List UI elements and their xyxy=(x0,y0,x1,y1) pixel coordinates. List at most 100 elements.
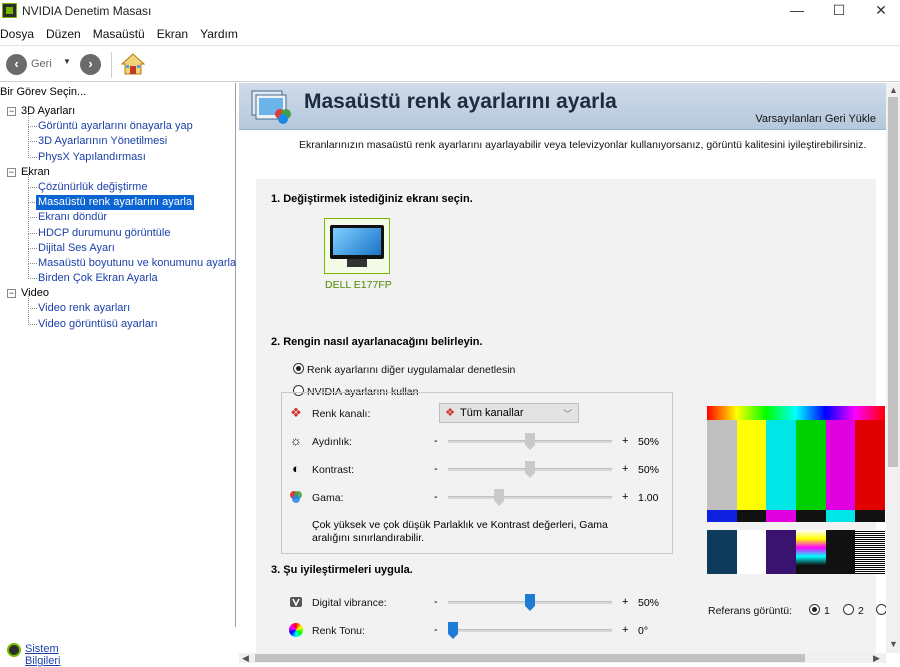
contrast-plus[interactable]: + xyxy=(622,463,628,475)
monitor-icon xyxy=(330,225,384,259)
vertical-scroll-thumb[interactable] xyxy=(888,97,898,467)
brightness-label: Aydınlık: xyxy=(312,436,353,448)
tree-group-3d[interactable]: −3D Ayarları xyxy=(0,104,236,119)
tree-group-video[interactable]: − Video xyxy=(0,286,236,301)
channel-all-icon: ❖ xyxy=(445,407,455,419)
task-sidebar: Bir Görev Seçin... −3D Ayarları Görüntü … xyxy=(0,83,236,667)
hue-label: Renk Tonu: xyxy=(312,625,365,637)
gamma-icon xyxy=(290,491,302,503)
nvidia-info-icon xyxy=(7,643,21,657)
hue-plus[interactable]: + xyxy=(622,624,628,636)
color-channel-icon: ❖ xyxy=(290,405,302,420)
vibrance-icon xyxy=(290,597,302,607)
section-3-heading: 3. Şu iyileştirmeleri uygula. xyxy=(271,564,413,576)
collapse-icon[interactable]: − xyxy=(7,167,16,177)
brightness-icon: ☼ xyxy=(290,433,302,448)
vibrance-plus[interactable]: + xyxy=(622,596,628,608)
page-description: Ekranlarınızın masaüstü renk ayarlarını … xyxy=(299,139,867,151)
vertical-scrollbar[interactable]: ▲ ▼ xyxy=(886,83,900,653)
monitor-name[interactable]: DELL E177FP xyxy=(325,279,392,291)
page-title: Masaüstü renk ayarlarını ayarla xyxy=(304,90,617,113)
home-icon[interactable] xyxy=(121,53,145,75)
tree-group-ekran[interactable]: − Ekran xyxy=(0,165,236,180)
scroll-up-icon[interactable]: ▲ xyxy=(889,85,898,95)
vibrance-value: 50% xyxy=(638,597,660,609)
arrow-left-icon[interactable]: ‹ xyxy=(6,54,27,75)
tree-item[interactable]: Masaüstü boyutunu ve konumunu ayarla xyxy=(0,248,236,271)
reference-radio-3[interactable] xyxy=(876,604,886,615)
gamma-slider[interactable] xyxy=(448,496,612,499)
display-selector[interactable] xyxy=(324,218,390,274)
collapse-icon[interactable]: − xyxy=(7,289,16,299)
chevron-down-icon[interactable]: ▼ xyxy=(63,57,71,66)
scroll-down-icon[interactable]: ▼ xyxy=(889,639,898,649)
channel-dropdown[interactable]: ❖ Tüm kanallar ﹀ xyxy=(439,403,579,423)
tree-item[interactable]: HDCP durumunu görüntüle xyxy=(0,218,236,241)
reference-radio-2[interactable] xyxy=(843,604,854,615)
reference-radio-1[interactable] xyxy=(809,604,820,615)
close-button[interactable]: ✕ xyxy=(858,0,900,22)
hue-minus[interactable]: - xyxy=(434,624,438,636)
sidebar-header: Bir Görev Seçin... xyxy=(0,86,87,98)
channel-label: Renk kanalı: xyxy=(312,408,371,420)
tree-item[interactable]: Video görüntüsü ayarları xyxy=(0,309,236,332)
tree-item-selected[interactable]: Masaüstü renk ayarlarını ayarla xyxy=(0,188,236,211)
reference-label: Referans görüntü: xyxy=(708,605,793,617)
tree-item[interactable]: Ekranı döndür xyxy=(0,203,236,225)
collapse-icon[interactable]: − xyxy=(7,107,16,116)
title-bar: NVIDIA Denetim Masası — ☐ ✕ xyxy=(0,0,900,22)
radio-other-apps[interactable] xyxy=(293,363,304,374)
minimize-button[interactable]: — xyxy=(774,0,820,22)
gamma-plus[interactable]: + xyxy=(622,491,628,503)
reference-radio-1-label[interactable]: 1 xyxy=(824,605,830,617)
window-title: NVIDIA Denetim Masası xyxy=(22,4,152,18)
chevron-down-icon: ﹀ xyxy=(562,409,572,419)
hue-value: 0° xyxy=(638,625,649,637)
restore-defaults-link[interactable]: Varsayılanları Geri Yükle xyxy=(755,113,876,125)
tree-item[interactable]: Çözünürlük değiştirme xyxy=(0,172,236,195)
contrast-value: 50% xyxy=(638,464,660,476)
menu-bar: Dosya Düzen Masaüstü Ekran Yardım xyxy=(0,24,900,44)
menu-ekran[interactable]: Ekran xyxy=(157,24,188,41)
menu-duzen[interactable]: Düzen xyxy=(46,24,81,41)
reference-radio-2-label[interactable]: 2 xyxy=(858,605,864,617)
task-tree: −3D Ayarları Görüntü ayarlarını önayarla… xyxy=(0,104,236,332)
toolbar-divider xyxy=(111,52,112,78)
menu-masaustu[interactable]: Masaüstü xyxy=(93,24,145,41)
main-panel: Masaüstü renk ayarlarını ayarla Varsayıl… xyxy=(239,83,886,653)
radio-other-apps-label[interactable]: Renk ayarlarını diğer uygulamalar denetl… xyxy=(307,364,515,376)
gamma-minus[interactable]: - xyxy=(434,491,438,503)
hue-slider[interactable] xyxy=(448,629,612,632)
brightness-value: 50% xyxy=(638,436,660,448)
gamma-label: Gama: xyxy=(312,492,344,504)
contrast-icon: ◐ xyxy=(292,461,300,476)
horizontal-scrollbar[interactable]: ◀ ▶ xyxy=(239,653,886,663)
contrast-minus[interactable]: - xyxy=(434,463,438,475)
brightness-plus[interactable]: + xyxy=(622,435,628,447)
menu-dosya[interactable]: Dosya xyxy=(0,24,34,41)
tree-item[interactable]: Dijital Ses Ayarı xyxy=(0,233,236,256)
gamma-value: 1.00 xyxy=(638,492,659,504)
desktop-color-icon xyxy=(251,90,291,124)
scroll-right-icon[interactable]: ▶ xyxy=(873,653,880,664)
section-1-heading: 1. Değiştirmek istediğiniz ekranı seçin. xyxy=(271,193,473,205)
back-button-label[interactable]: Geri xyxy=(31,58,52,70)
page-banner: Masaüstü renk ayarlarını ayarla Varsayıl… xyxy=(239,83,886,130)
brightness-minus[interactable]: - xyxy=(434,435,438,447)
vibrance-label: Digital vibrance: xyxy=(312,597,387,609)
contrast-label: Kontrast: xyxy=(312,464,355,476)
horizontal-scroll-thumb[interactable] xyxy=(255,654,805,662)
tree-item[interactable]: Görüntü ayarlarını önayarla yap xyxy=(0,112,236,134)
tree-item[interactable]: PhysX Yapılandırması xyxy=(0,142,236,165)
reference-image xyxy=(707,394,886,578)
vibrance-minus[interactable]: - xyxy=(434,596,438,608)
menu-yardim[interactable]: Yardım xyxy=(200,24,238,41)
tree-item[interactable]: 3D Ayarlarının Yönetilmesi xyxy=(0,127,236,149)
arrow-right-icon[interactable]: › xyxy=(80,54,101,75)
toolbar: ‹ Geri ▼ › xyxy=(0,45,900,82)
tree-item[interactable]: Video renk ayarları xyxy=(0,294,236,316)
tree-item[interactable]: Birden Çok Ekran Ayarla xyxy=(0,264,236,286)
maximize-button[interactable]: ☐ xyxy=(816,0,862,22)
hue-wheel-icon xyxy=(289,623,303,637)
scroll-left-icon[interactable]: ◀ xyxy=(242,653,249,664)
